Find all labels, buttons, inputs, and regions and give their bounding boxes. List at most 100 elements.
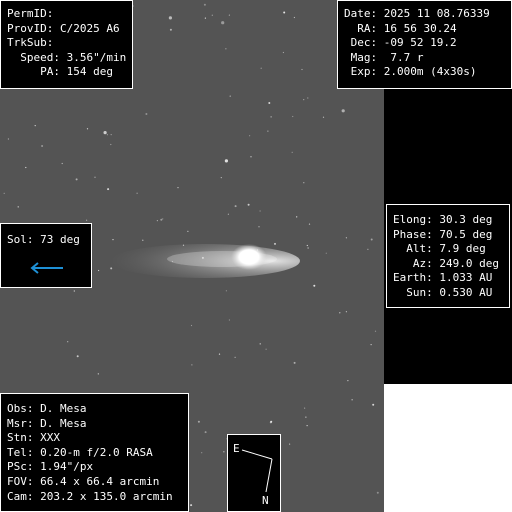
star (306, 244, 308, 247)
comet-coma (231, 244, 267, 270)
star (267, 130, 269, 132)
star (160, 218, 163, 221)
star (112, 239, 114, 241)
compass-north-label: N (262, 494, 269, 507)
star (259, 210, 261, 212)
star (307, 247, 309, 249)
star (204, 17, 206, 19)
star (270, 420, 273, 423)
star (304, 407, 306, 409)
star (228, 14, 230, 16)
star (293, 361, 296, 364)
star (234, 205, 237, 208)
star (367, 248, 369, 250)
compass-panel: E N (227, 434, 281, 512)
star (250, 156, 252, 158)
star (345, 311, 347, 313)
camera-line: Cam: 203.2 x 135.0 arcmin (7, 489, 173, 503)
star (345, 237, 347, 239)
star (227, 213, 229, 215)
star (25, 166, 27, 169)
star (370, 238, 373, 241)
star (223, 451, 225, 453)
geometry-panel: Elong: 30.3 deg Phase: 70.5 deg Alt: 7.9… (386, 204, 510, 308)
star (169, 28, 172, 31)
star (322, 116, 325, 118)
star (136, 192, 138, 194)
star (156, 220, 158, 222)
pixel-scale-line: PSc: 1.94"/px (7, 460, 94, 474)
star (225, 290, 227, 292)
equipment-panel: Obs: D. Mesa Msr: D. Mesa Stn: XXX Tel: … (0, 393, 189, 512)
star (376, 491, 379, 494)
star (190, 324, 193, 327)
star (17, 206, 19, 208)
star (306, 425, 308, 427)
star (3, 192, 5, 194)
star (190, 504, 193, 507)
star (293, 16, 295, 19)
star (224, 159, 228, 163)
sun-direction-arrow-icon (30, 262, 63, 274)
star (229, 95, 231, 97)
star (94, 176, 96, 178)
star (145, 113, 148, 115)
star (301, 68, 303, 71)
star (305, 416, 307, 418)
comet-image-view: PermID: ProvID: C/2025 A6 TrkSub: Speed:… (0, 0, 512, 512)
star (370, 344, 372, 346)
star (341, 109, 345, 113)
telescope-line: Tel: 0.20-m f/2.0 RASA (7, 445, 153, 459)
star (197, 420, 200, 423)
speed-line: Speed: 3.56"/min (7, 50, 127, 64)
star (325, 252, 327, 254)
star (76, 355, 79, 358)
phase-line: Phase: 70.5 deg (393, 227, 493, 241)
fov-line: FOV: 66.4 x 66.4 arcmin (7, 474, 160, 488)
star (372, 403, 375, 406)
star (187, 230, 189, 232)
star (234, 356, 236, 358)
star (7, 138, 9, 140)
observer-line: Obs: D. Mesa (7, 402, 87, 415)
star (168, 16, 172, 20)
star (97, 373, 99, 375)
star (73, 290, 75, 292)
star (339, 312, 341, 314)
star (106, 134, 108, 136)
alt-line: Alt: 7.9 deg (393, 242, 486, 256)
star (67, 341, 69, 343)
star (307, 97, 309, 99)
station-line: Stn: XXX (7, 431, 60, 445)
star (274, 242, 276, 245)
star (220, 177, 222, 179)
star (258, 226, 260, 228)
star (303, 99, 305, 101)
star (86, 219, 88, 221)
star (303, 182, 305, 184)
earth-distance-line: Earth: 1.033 AU (393, 271, 493, 285)
exp-line: Exp: 2.000m (4x30s) (344, 65, 477, 79)
star (289, 443, 291, 445)
star (61, 162, 63, 165)
star (228, 319, 230, 321)
star (260, 67, 262, 69)
star (291, 151, 293, 153)
blank-white-area (384, 384, 512, 512)
star (374, 330, 377, 332)
star (204, 431, 207, 434)
elong-line: Elong: 30.3 deg (393, 213, 493, 226)
ra-line: RA: 16 56 30.24 (344, 21, 457, 35)
pa-line: PA: 154 deg (7, 65, 113, 79)
mag-line: Mag: 7.7 r (344, 50, 424, 64)
date-line: Date: 2025 11 08.76339 (344, 7, 490, 20)
star (142, 239, 144, 241)
sun-direction-panel: Sol: 73 deg (0, 223, 92, 288)
star (191, 364, 193, 366)
star (249, 135, 251, 137)
star (313, 284, 316, 287)
sun-distance-line: Sun: 0.530 AU (393, 285, 493, 299)
star (98, 269, 100, 272)
star (259, 343, 261, 345)
star (211, 14, 213, 16)
